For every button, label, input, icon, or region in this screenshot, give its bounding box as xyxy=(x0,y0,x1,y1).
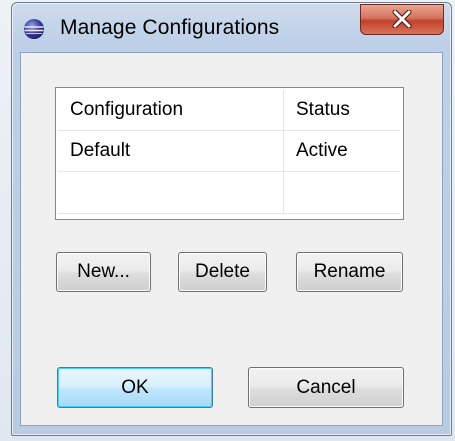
configuration-name-cell[interactable]: Default xyxy=(58,131,284,171)
title-bar[interactable]: Manage Configurations xyxy=(12,3,451,53)
column-header-configuration[interactable]: Configuration xyxy=(58,90,284,130)
configuration-status-cell[interactable] xyxy=(284,172,400,213)
dialog-client-area: Configuration Status Default Active New.… xyxy=(20,52,443,426)
manage-configurations-dialog: Manage Configurations Configuration Stat… xyxy=(11,2,452,436)
table-header-row: Configuration Status xyxy=(58,90,400,131)
window-title: Manage Configurations xyxy=(60,16,280,39)
column-header-status[interactable]: Status xyxy=(284,90,400,130)
close-button[interactable] xyxy=(360,4,444,35)
table-row-empty[interactable] xyxy=(58,172,400,214)
delete-button[interactable]: Delete xyxy=(178,252,267,292)
rename-button[interactable]: Rename xyxy=(296,252,403,292)
cancel-button[interactable]: Cancel xyxy=(248,367,404,408)
configuration-status-cell[interactable]: Active xyxy=(284,131,400,171)
table-row[interactable]: Default Active xyxy=(58,131,400,172)
close-icon xyxy=(392,10,412,28)
configuration-name-cell[interactable] xyxy=(58,172,284,213)
new-button[interactable]: New... xyxy=(56,252,151,292)
configurations-table[interactable]: Configuration Status Default Active xyxy=(55,87,404,220)
ok-button[interactable]: OK xyxy=(57,367,213,408)
app-globe-icon xyxy=(23,18,45,40)
